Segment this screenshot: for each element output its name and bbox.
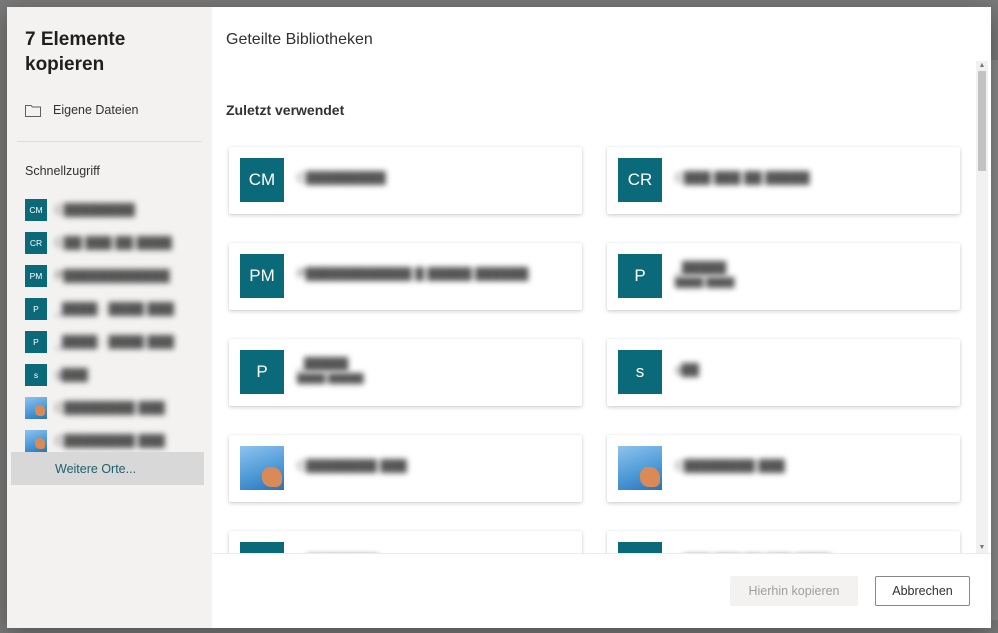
library-card[interactable]: C████████ ███ [607,435,960,502]
quick-access-label: _████ · ████ ███ [55,334,174,349]
library-initials-tile: CR [618,542,662,553]
library-image-icon [240,446,284,490]
library-image-icon [25,429,47,452]
library-card[interactable]: PM P████████████ █ █████ ██████ [229,243,582,310]
library-subtitle: ████ █████ [297,373,364,384]
thumbs-up-icon [261,466,282,487]
library-name: C█████████ [297,171,386,185]
quick-access-label: _████ · ████ ███ [55,301,174,316]
library-initials-tile: s [25,363,47,386]
section-title: Zuletzt verwendet [226,102,345,118]
library-grid: CM C█████████ CR C███ ███ ██ █████ PM P██████… [212,135,977,553]
quick-access-title: Schnellzugriff [25,164,100,178]
thumbs-up-icon [34,405,45,416]
main-pane: Geteilte Bibliotheken Zuletzt verwendet … [212,7,991,628]
library-card[interactable]: CRC███ ███ ██ ███ ████ [607,531,960,553]
library-initials-tile: P [240,350,284,394]
library-initials-tile: CM [25,198,47,221]
library-name: C████████ ███ [675,459,785,473]
library-card[interactable]: s s██ [607,339,960,406]
library-subtitle: ████ ████ [675,277,735,288]
thumbs-up-icon [639,466,660,487]
my-files-item[interactable]: Eigene Dateien [25,99,138,121]
cancel-button[interactable]: Abbrechen [875,576,970,606]
library-card[interactable]: CR C███ ███ ██ █████ [607,147,960,214]
quick-access-label: C██ ███ ██ ████ [55,235,172,250]
library-initials-tile: PM [25,264,47,287]
main-title: Geteilte Bibliotheken [226,31,373,48]
library-name: C████████ ███ [297,459,407,473]
quick-access-list: CM C████████ CR C██ ███ ██ ████ PM P█████████… [25,193,205,457]
quick-access-label: P████████████ [55,268,170,283]
library-initials-tile: CM [240,158,284,202]
my-files-label: Eigene Dateien [53,103,139,117]
left-pane: 7 Elemente kopieren Eigene Dateien Schne… [7,7,212,628]
library-image-icon [25,396,47,419]
library-name: s██ [675,363,699,377]
scrollbar-thumb[interactable] [978,71,986,171]
copy-dialog: 7 Elemente kopieren Eigene Dateien Schne… [7,7,991,628]
dialog-title: 7 Elemente kopieren [25,29,126,75]
library-name: _█████ [675,261,727,275]
quick-access-item[interactable]: P _████ · ████ ███ [25,325,205,358]
library-initials-tile: CR [618,158,662,202]
library-card[interactable]: C████████ ███ [229,435,582,502]
library-initials-tile: P [618,254,662,298]
scroll-down-arrow-icon[interactable]: ▼ [978,544,986,552]
library-initials-tile: M [240,542,284,553]
library-initials-tile: PM [240,254,284,298]
library-initials-tile: s [618,350,662,394]
library-card[interactable]: MM████████ [229,531,582,553]
quick-access-label: C████████ ███ [55,400,165,415]
library-initials-tile: P [25,330,47,353]
quick-access-label: C████████ [55,202,135,217]
quick-access-item[interactable]: P _████ · ████ ███ [25,292,205,325]
quick-access-label: C████████ ███ [55,433,165,448]
quick-access-item[interactable]: s s███ [25,358,205,391]
quick-access-item[interactable]: C████████ ███ [25,391,205,424]
library-name: P████████████ █ █████ ██████ [297,267,529,281]
library-card[interactable]: P _█████ ████ █████ [229,339,582,406]
library-name: _█████ [297,357,349,371]
scrollbar[interactable]: ▲ ▼ [976,61,988,553]
scroll-up-arrow-icon[interactable]: ▲ [978,62,986,70]
quick-access-item[interactable]: CR C██ ███ ██ ████ [25,226,205,259]
thumbs-up-icon [34,438,45,449]
library-card[interactable]: CM C█████████ [229,147,582,214]
library-initials-tile: CR [25,231,47,254]
library-image-icon [618,446,662,490]
quick-access-item[interactable]: CM C████████ [25,193,205,226]
folder-icon [25,104,41,117]
more-places-label: Weitere Orte... [55,461,137,476]
quick-access-item[interactable]: PM P████████████ [25,259,205,292]
dialog-footer: Hierhin kopieren Abbrechen [212,553,991,628]
quick-access-label: s███ [55,367,88,382]
library-initials-tile: P [25,297,47,320]
library-card[interactable]: P _█████ ████ ████ [607,243,960,310]
library-name: C███ ███ ██ █████ [675,171,810,185]
copy-here-button[interactable]: Hierhin kopieren [730,576,858,606]
divider [17,141,202,142]
more-places-button[interactable]: Weitere Orte... [11,452,204,485]
